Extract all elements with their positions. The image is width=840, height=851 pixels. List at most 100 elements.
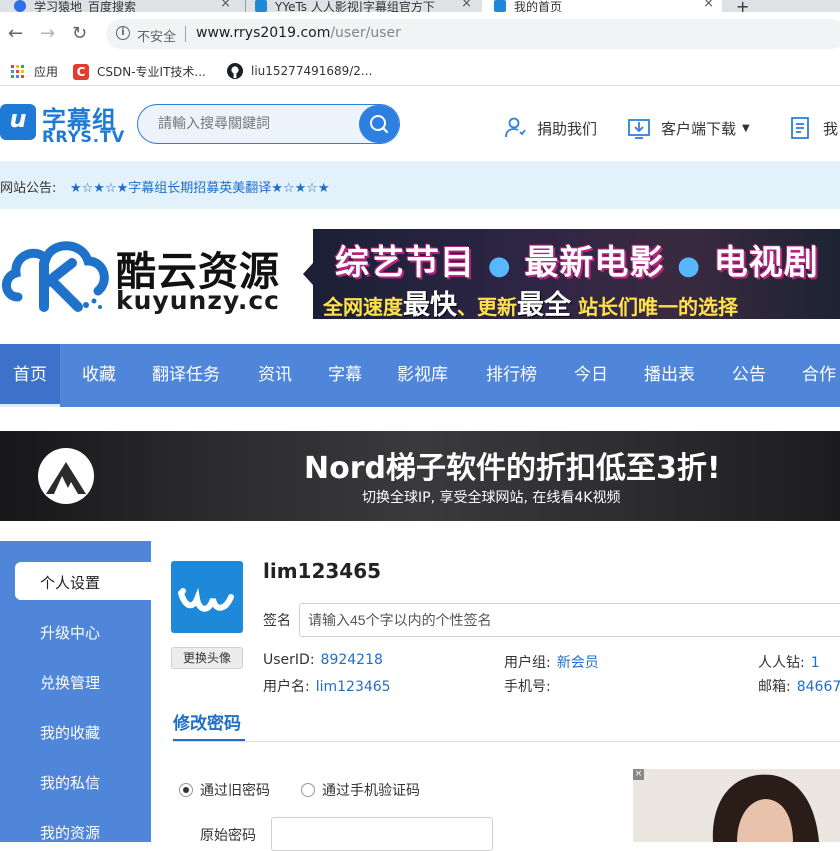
- kuyun-cloud-logo-icon: [2, 241, 109, 312]
- tab-divider: [245, 0, 246, 12]
- slogan-item: 综艺节目: [335, 243, 475, 283]
- info-icon[interactable]: i: [116, 26, 130, 40]
- nav-media-library[interactable]: 影视库: [397, 344, 448, 407]
- kuyun-slogan-panel: 综艺节目 ● 最新电影 ● 电视剧 全网速度最快、更新最全 站长们唯一的选择: [313, 229, 840, 322]
- kuyun-ad-banner[interactable]: 酷云资源 kuyunzy.cc 综艺节目 ● 最新电影 ● 电视剧 全网速度最快…: [0, 229, 840, 322]
- nav-home[interactable]: 首页: [0, 344, 60, 407]
- notice-label: 网站公告:: [0, 181, 57, 196]
- new-tab-button[interactable]: +: [736, 0, 749, 12]
- slogan-text: 全网速度: [323, 295, 403, 319]
- nav-news[interactable]: 资讯: [258, 344, 292, 407]
- rrys-avatar-logo-icon: [178, 587, 234, 612]
- slogan-item: 电视剧: [713, 243, 819, 283]
- radio-unchecked-icon: [301, 783, 315, 797]
- tab-change-password[interactable]: 修改密码: [173, 709, 241, 734]
- user-heart-icon: [505, 117, 526, 138]
- browser-toolbar: ← → ↻ i 不安全 www.rrys2019.com/user/user: [0, 12, 840, 56]
- search-input[interactable]: [158, 114, 358, 134]
- tab-title: 学习猿地_百度搜索: [34, 0, 137, 12]
- security-label: 不安全: [137, 30, 177, 45]
- nav-favorites[interactable]: 收藏: [82, 344, 116, 407]
- old-password-input[interactable]: [271, 817, 493, 851]
- sidebar-item-personal-settings[interactable]: 个人设置: [15, 562, 151, 600]
- close-tab-icon[interactable]: ×: [461, 0, 472, 11]
- userid-label: UserID:: [263, 652, 315, 668]
- slogan-line-2: 全网速度最快、更新最全 站长们唯一的选择: [323, 283, 738, 322]
- reload-icon[interactable]: ↻: [72, 25, 87, 43]
- client-download-link[interactable]: 客户端下载 ▼: [627, 116, 750, 140]
- bookmark-github[interactable]: liu15277491689/2...: [227, 63, 372, 79]
- address-bar[interactable]: i 不安全 www.rrys2019.com/user/user: [106, 19, 840, 49]
- nav-rankings[interactable]: 排行榜: [486, 344, 537, 407]
- nav-today[interactable]: 今日: [574, 344, 608, 407]
- slogan-line-1: 综艺节目 ● 最新电影 ● 电视剧: [335, 235, 819, 284]
- radio-phone-code[interactable]: 通过手机验证码: [301, 780, 420, 800]
- avatar[interactable]: [171, 561, 243, 633]
- user-group-row: 用户组: 新会员: [504, 652, 599, 672]
- main-nav: 首页 收藏 翻译任务 资讯 字幕 影视库 排行榜 今日 播出表 公告 合作: [0, 344, 840, 407]
- url-path: /user/user: [330, 25, 401, 41]
- slogan-emphasis: 最快: [403, 290, 457, 321]
- tab-title: 我的首页: [514, 0, 563, 12]
- download-icon: [628, 119, 650, 139]
- sidebar-item-my-favorites[interactable]: 我的收藏: [40, 722, 100, 743]
- change-avatar-button[interactable]: 更换头像: [171, 647, 243, 669]
- close-tab-icon[interactable]: ×: [220, 0, 231, 11]
- signature-input[interactable]: [299, 603, 840, 637]
- back-arrow-icon[interactable]: ←: [8, 25, 23, 43]
- nav-announcements[interactable]: 公告: [732, 344, 766, 407]
- sidebar-item-redeem-management[interactable]: 兑换管理: [40, 672, 100, 693]
- close-tab-icon[interactable]: ×: [703, 0, 714, 11]
- site-notice-bar: 网站公告: ★☆★☆★字幕组长期招募英美翻译★☆★☆★: [0, 161, 840, 209]
- slogan-item: 最新电影: [524, 243, 665, 283]
- nav-translation-tasks[interactable]: 翻译任务: [152, 344, 220, 407]
- bookmark-csdn[interactable]: C CSDN-专业IT技术...: [73, 63, 206, 80]
- my-link[interactable]: 我: [789, 116, 838, 140]
- floating-ad[interactable]: [633, 769, 840, 842]
- browser-tab[interactable]: YYeTs 人人影视|字幕组官方下载 ×: [255, 0, 480, 12]
- kuyun-brand-en: kuyunzy.cc: [116, 286, 281, 315]
- search-button[interactable]: [359, 105, 399, 143]
- sidebar-item-my-messages[interactable]: 我的私信: [40, 772, 100, 793]
- username-value: lim123465: [315, 679, 391, 695]
- slogan-text: 站长们唯一的选择: [571, 295, 738, 319]
- radio-checked-icon: [179, 783, 193, 797]
- email-label: 邮箱:: [758, 679, 791, 695]
- user-sidebar: 个人设置 升级中心 兑换管理 我的收藏 我的私信 我的资源: [0, 541, 151, 842]
- sidebar-item-upgrade-center[interactable]: 升级中心: [40, 622, 100, 643]
- donate-link[interactable]: 捐助我们: [503, 116, 597, 140]
- close-icon[interactable]: ×: [633, 769, 644, 780]
- nord-subline: 切换全球IP, 享受全球网站, 在线看4K视频: [362, 490, 621, 506]
- site-header: u 字幕组 RRYS.TV 捐助我们 客户端下载 ▼ 我: [0, 86, 840, 161]
- nav-subtitles[interactable]: 字幕: [328, 344, 362, 407]
- browser-tab[interactable]: 学习猿地_百度搜索 ×: [14, 0, 239, 12]
- plus-icon: +: [736, 0, 750, 12]
- nav-schedule[interactable]: 播出表: [644, 344, 695, 407]
- radio-label: 通过手机验证码: [322, 783, 420, 799]
- sidebar-item-my-resources[interactable]: 我的资源: [40, 822, 100, 843]
- search-box: [137, 104, 400, 144]
- nav-cooperation[interactable]: 合作: [802, 344, 836, 407]
- bullet-icon: ●: [677, 251, 701, 281]
- notice-text[interactable]: ★☆★☆★字幕组长期招募英美翻译★☆★☆★: [70, 177, 330, 196]
- radio-label: 通过旧密码: [200, 783, 270, 799]
- diamond-value: 1: [810, 655, 820, 671]
- user-group-value[interactable]: 新会员: [557, 655, 599, 671]
- radio-old-password[interactable]: 通过旧密码: [179, 780, 270, 800]
- csdn-logo-icon: C: [73, 63, 89, 80]
- bookmark-label: liu15277491689/2...: [251, 64, 373, 78]
- rrys-favicon-icon: [494, 0, 506, 12]
- diamond-row: 人人钻: 1: [758, 652, 820, 672]
- forward-arrow-icon[interactable]: →: [40, 25, 55, 43]
- logo-text-en: RRYS.TV: [42, 127, 126, 146]
- sidebar-item-label: 个人设置: [40, 574, 101, 592]
- browser-tab-active[interactable]: 我的首页 ×: [482, 0, 722, 12]
- email-value: 84667: [796, 679, 840, 695]
- signature-label: 签名: [263, 613, 291, 629]
- client-download-label: 客户端下载: [661, 119, 737, 138]
- bookmark-apps[interactable]: 应用: [10, 63, 58, 80]
- bookmarks-bar: 应用 C CSDN-专业IT技术... liu15277491689/2...: [0, 56, 840, 86]
- site-logo[interactable]: u 字幕组 RRYS.TV: [0, 100, 124, 146]
- nord-ad-banner[interactable]: Nord梯子软件的折扣低至3折! 切换全球IP, 享受全球网站, 在线看4K视频: [0, 431, 840, 521]
- nord-headline: Nord梯子软件的折扣低至3折!: [304, 451, 721, 486]
